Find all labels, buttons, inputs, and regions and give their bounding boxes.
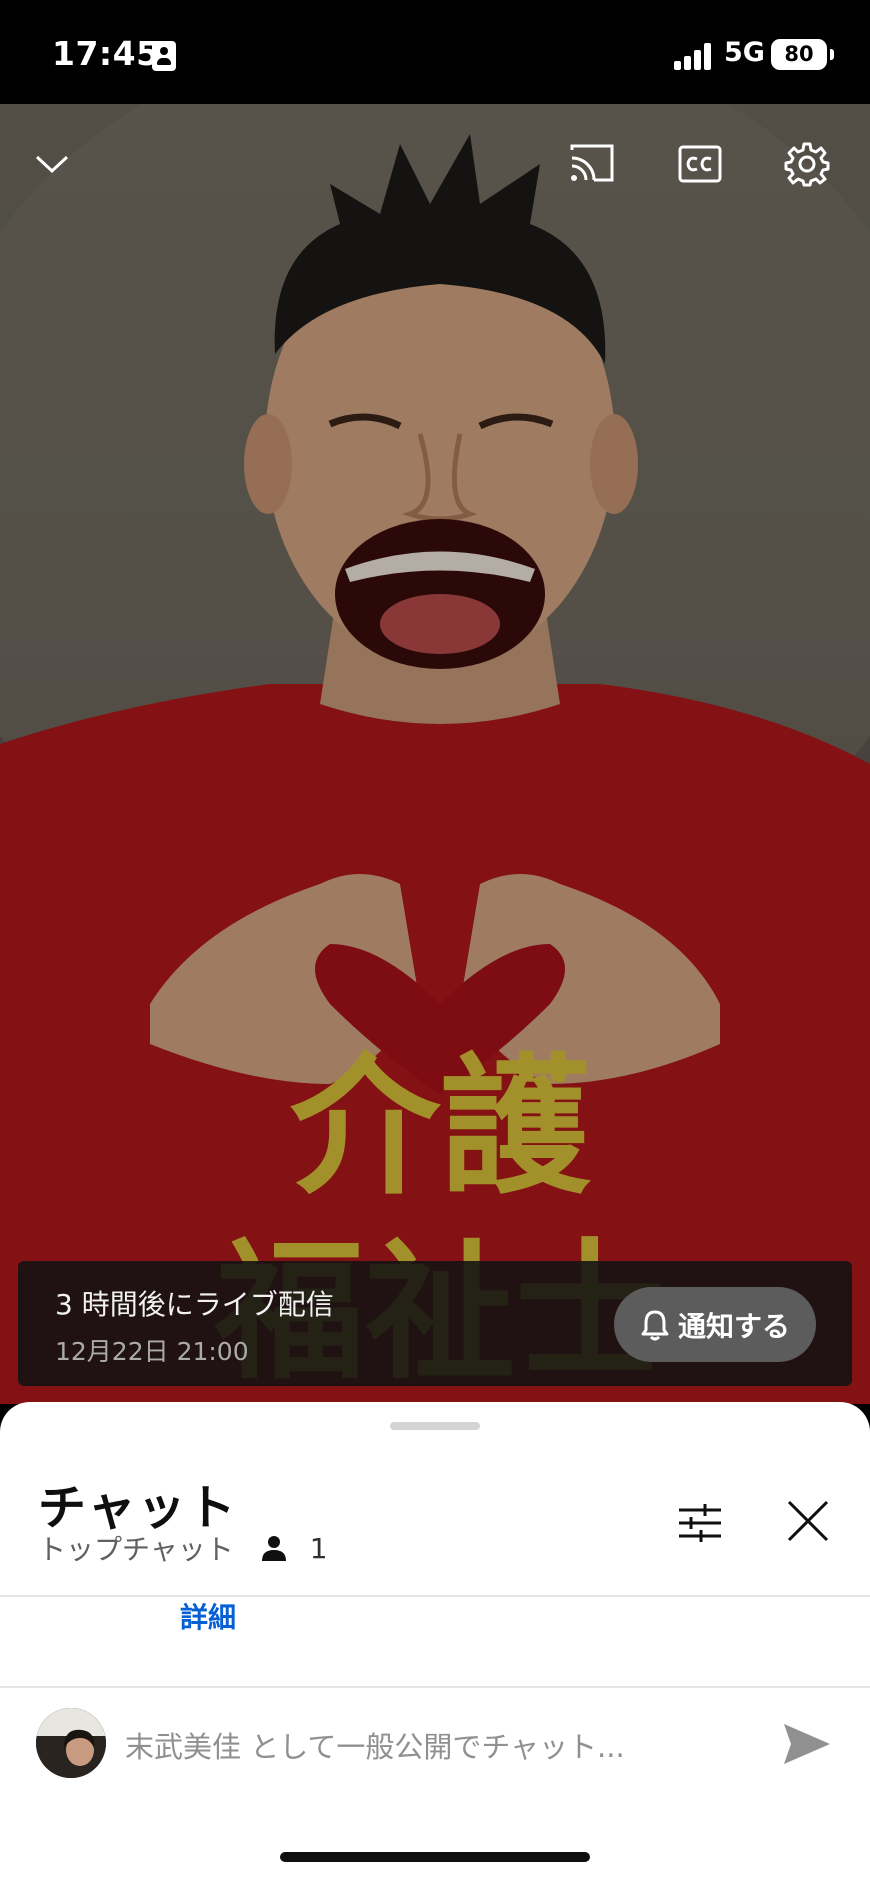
- live-schedule-date: 12月22日 21:00: [55, 1337, 249, 1366]
- cast-button[interactable]: [562, 134, 622, 194]
- drag-handle[interactable]: [390, 1422, 480, 1430]
- video-dim-overlay: [0, 104, 870, 1404]
- chat-filter-button[interactable]: [675, 1498, 725, 1548]
- settings-button[interactable]: [777, 134, 837, 194]
- chevron-down-icon: [35, 155, 69, 174]
- chat-mode-label: トップチャット: [38, 1533, 234, 1566]
- live-countdown-text: 3 時間後にライブ配信: [55, 1288, 334, 1321]
- home-indicator[interactable]: [280, 1852, 590, 1862]
- person-icon: [261, 1536, 286, 1561]
- divider: [0, 1686, 870, 1688]
- gear-icon: [784, 142, 830, 187]
- contact-card-icon: [152, 41, 176, 71]
- details-link[interactable]: 詳細: [180, 1596, 236, 1636]
- minimize-button[interactable]: [22, 134, 82, 194]
- battery-level: 80: [771, 39, 827, 70]
- cellular-signal-icon: [674, 42, 714, 70]
- avatar: [36, 1708, 106, 1778]
- cast-icon: [570, 144, 614, 182]
- send-icon: [784, 1724, 830, 1764]
- viewer-count: 1: [309, 1531, 328, 1565]
- status-time: 17:45: [52, 34, 160, 73]
- captions-button[interactable]: [670, 134, 730, 194]
- network-type: 5G: [724, 37, 765, 68]
- video-player[interactable]: 介護 福祉士: [0, 104, 870, 1404]
- close-icon: [787, 1500, 829, 1542]
- upcoming-live-card: 3 時間後にライブ配信 12月22日 21:00 通知する: [18, 1261, 852, 1386]
- battery-tip-icon: [830, 49, 834, 60]
- notify-button[interactable]: 通知する: [614, 1287, 816, 1362]
- status-bar: 17:45 5G 80: [0, 0, 870, 104]
- chat-panel: チャット トップチャット 1 詳細 末武美佳 として一般公開でチャット...: [0, 1402, 870, 1883]
- cc-icon: [678, 145, 722, 183]
- chat-input[interactable]: 末武美佳 として一般公開でチャット...: [125, 1724, 625, 1766]
- chat-mode-selector[interactable]: トップチャット 1: [38, 1528, 328, 1568]
- bell-icon: [641, 1310, 669, 1340]
- avatar-photo: [36, 1708, 106, 1778]
- notify-label: 通知する: [677, 1309, 790, 1343]
- divider: [0, 1595, 870, 1597]
- sliders-icon: [679, 1504, 721, 1542]
- close-chat-button[interactable]: [786, 1499, 830, 1543]
- send-button[interactable]: [781, 1720, 833, 1768]
